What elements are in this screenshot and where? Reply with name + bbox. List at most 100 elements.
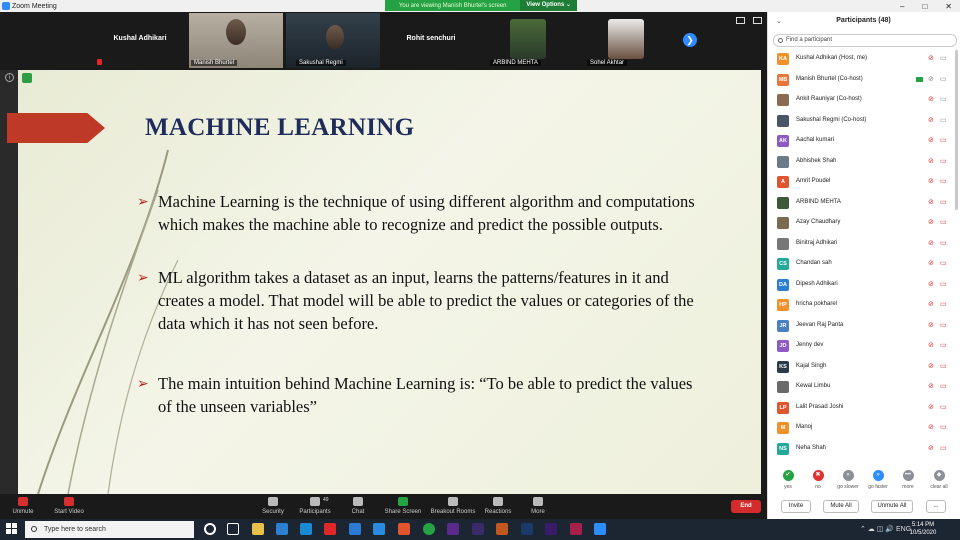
video-off-icon[interactable]: ▭ bbox=[940, 383, 949, 390]
end-meeting-button[interactable]: End bbox=[731, 500, 761, 513]
video-tile[interactable]: Manish Bhurtel bbox=[189, 13, 283, 68]
video-off-icon[interactable]: ▭ bbox=[940, 199, 949, 206]
video-off-icon[interactable]: ▭ bbox=[940, 281, 949, 288]
video-off-icon[interactable]: ▭ bbox=[940, 137, 949, 144]
chrome-icon[interactable] bbox=[423, 523, 435, 535]
muted-mic-icon[interactable]: ⊘ bbox=[928, 240, 935, 247]
video-tile[interactable]: Sohel Akhtar bbox=[577, 13, 671, 68]
security-button[interactable]: Security bbox=[251, 497, 295, 515]
muted-mic-icon[interactable]: ⊘ bbox=[928, 342, 935, 349]
reactions-button[interactable]: Reactions bbox=[476, 497, 520, 515]
participants-scrollbar[interactable] bbox=[955, 50, 958, 210]
muted-mic-icon[interactable]: ⊘ bbox=[928, 219, 935, 226]
zoom-icon[interactable] bbox=[594, 523, 606, 535]
participant-row[interactable]: KA Kushal Adhikari (Host, me) ⊘ ▭ bbox=[777, 52, 952, 67]
calendar-icon[interactable] bbox=[349, 523, 361, 535]
muted-mic-icon[interactable]: ⊘ bbox=[928, 260, 935, 267]
participant-row[interactable]: Kewal Limbu ⊘ ▭ bbox=[777, 380, 952, 395]
participant-row[interactable]: Binitraj Adhikari ⊘ ▭ bbox=[777, 237, 952, 252]
mute-all-button[interactable]: Mute All bbox=[823, 500, 859, 513]
minimize-icon[interactable]: – bbox=[900, 2, 904, 11]
muted-mic-icon[interactable]: ⊘ bbox=[928, 158, 935, 165]
video-tile[interactable]: Rohit senchuri bbox=[383, 13, 479, 68]
taskbar-search-input[interactable]: Type here to search bbox=[25, 521, 194, 538]
video-off-icon[interactable]: ▭ bbox=[940, 240, 949, 247]
video-off-icon[interactable]: ▭ bbox=[940, 404, 949, 411]
reaction-no[interactable]: ✖ no bbox=[807, 470, 829, 490]
muted-mic-icon[interactable]: ⊘ bbox=[928, 55, 935, 62]
video-off-icon[interactable]: ▭ bbox=[940, 424, 949, 431]
video-off-icon[interactable]: ▭ bbox=[940, 96, 949, 103]
share-screen-button[interactable]: Share Screen bbox=[381, 497, 425, 515]
participant-row[interactable]: HP hricha pokharel ⊘ ▭ bbox=[777, 298, 952, 313]
cortana-icon[interactable] bbox=[204, 523, 216, 535]
participant-row[interactable]: Azay Chaudhary ⊘ ▭ bbox=[777, 216, 952, 231]
mail-icon[interactable] bbox=[300, 523, 312, 535]
xd-icon[interactable] bbox=[447, 523, 459, 535]
muted-mic-icon[interactable]: ⊘ bbox=[928, 137, 935, 144]
next-page-arrow-icon[interactable]: ❯ bbox=[683, 33, 697, 47]
video-off-icon[interactable]: ▭ bbox=[940, 117, 949, 124]
muted-mic-icon[interactable]: ⊘ bbox=[928, 281, 935, 288]
participant-row[interactable]: CS Chandan sah ⊘ ▭ bbox=[777, 257, 952, 272]
video-off-icon[interactable]: ▭ bbox=[940, 301, 949, 308]
reaction-go-slower[interactable]: « go slower bbox=[837, 470, 859, 490]
participant-row[interactable]: DA Dipesh Adhikari ⊘ ▭ bbox=[777, 278, 952, 293]
participant-row[interactable]: Abhishek Shah ⊘ ▭ bbox=[777, 155, 952, 170]
muted-mic-icon[interactable]: ⊘ bbox=[928, 445, 935, 452]
reaction-clear-all[interactable]: ◆ clear all bbox=[928, 470, 950, 490]
video-tile[interactable]: Sakushal Regmi bbox=[286, 13, 380, 68]
illustrator-icon[interactable] bbox=[496, 523, 508, 535]
video-off-icon[interactable]: ▭ bbox=[940, 76, 949, 83]
chat-button[interactable]: Chat bbox=[336, 497, 380, 515]
photoshop-icon[interactable] bbox=[521, 523, 533, 535]
reaction-yes[interactable]: ✔ yes bbox=[777, 470, 799, 490]
file-explorer-icon[interactable] bbox=[252, 523, 264, 535]
reaction-more[interactable]: ••• more bbox=[897, 470, 919, 490]
muted-mic-icon[interactable]: ⊘ bbox=[928, 117, 935, 124]
participant-row[interactable]: M Manoj ⊘ ▭ bbox=[777, 421, 952, 436]
more-button[interactable]: More bbox=[516, 497, 560, 515]
video-off-icon[interactable]: ▭ bbox=[940, 322, 949, 329]
participant-row[interactable]: LP Lalit Prasad Joshi ⊘ ▭ bbox=[777, 401, 952, 416]
muted-mic-icon[interactable]: ⊘ bbox=[928, 424, 935, 431]
muted-mic-icon[interactable]: ⊘ bbox=[928, 96, 935, 103]
participant-row[interactable]: JR Jeevan Raj Panta ⊘ ▭ bbox=[777, 319, 952, 334]
muted-mic-icon[interactable]: ⊘ bbox=[928, 363, 935, 370]
invite-button[interactable]: Invite bbox=[781, 500, 811, 513]
unmute-button[interactable]: Unmute bbox=[1, 497, 45, 515]
video-off-icon[interactable]: ▭ bbox=[940, 260, 949, 267]
muted-mic-icon[interactable]: ⊘ bbox=[928, 76, 935, 83]
muted-mic-icon[interactable]: ⊘ bbox=[928, 301, 935, 308]
video-off-icon[interactable]: ▭ bbox=[940, 363, 949, 370]
video-tile[interactable]: Kushal Adhikari bbox=[93, 13, 187, 68]
netflix-icon[interactable] bbox=[324, 523, 336, 535]
participant-row[interactable]: AK Aachal kumari ⊘ ▭ bbox=[777, 134, 952, 149]
start-windows-icon[interactable] bbox=[6, 523, 18, 535]
maximize-icon[interactable]: □ bbox=[922, 2, 927, 11]
breakout-rooms-button[interactable]: Breakout Rooms bbox=[430, 497, 476, 515]
video-tile[interactable]: ARBIND MEHTA bbox=[482, 13, 574, 68]
muted-mic-icon[interactable]: ⊘ bbox=[928, 199, 935, 206]
participant-row[interactable]: Sakushal Regmi (Co-host) ⊘ ▭ bbox=[777, 114, 952, 129]
video-off-icon[interactable]: ▭ bbox=[940, 178, 949, 185]
brave-icon[interactable] bbox=[398, 523, 410, 535]
after-effects-icon[interactable] bbox=[472, 523, 484, 535]
participant-search-input[interactable]: Find a participant bbox=[773, 34, 957, 47]
task-view-icon[interactable] bbox=[227, 523, 239, 535]
more-options-button[interactable]: ... bbox=[926, 500, 946, 513]
muted-mic-icon[interactable]: ⊘ bbox=[928, 178, 935, 185]
unmute-all-button[interactable]: Unmute All bbox=[871, 500, 913, 513]
participant-row[interactable]: NS Neha Shah ⊘ ▭ bbox=[777, 442, 952, 457]
close-icon[interactable]: ✕ bbox=[945, 2, 952, 11]
participant-row[interactable]: ARBIND MEHTA ⊘ ▭ bbox=[777, 196, 952, 211]
muted-mic-icon[interactable]: ⊘ bbox=[928, 404, 935, 411]
participants-button[interactable]: Participants 49 bbox=[293, 497, 337, 515]
muted-mic-icon[interactable]: ⊘ bbox=[928, 322, 935, 329]
participant-row[interactable]: JD Jenny dev ⊘ ▭ bbox=[777, 339, 952, 354]
vscode-icon[interactable] bbox=[373, 523, 385, 535]
video-off-icon[interactable]: ▭ bbox=[940, 55, 949, 62]
participant-row[interactable]: MB Manish Bhurtel (Co-host) ⊘ ▭ bbox=[777, 73, 952, 88]
store-icon[interactable] bbox=[276, 523, 288, 535]
premiere-icon[interactable] bbox=[545, 523, 557, 535]
